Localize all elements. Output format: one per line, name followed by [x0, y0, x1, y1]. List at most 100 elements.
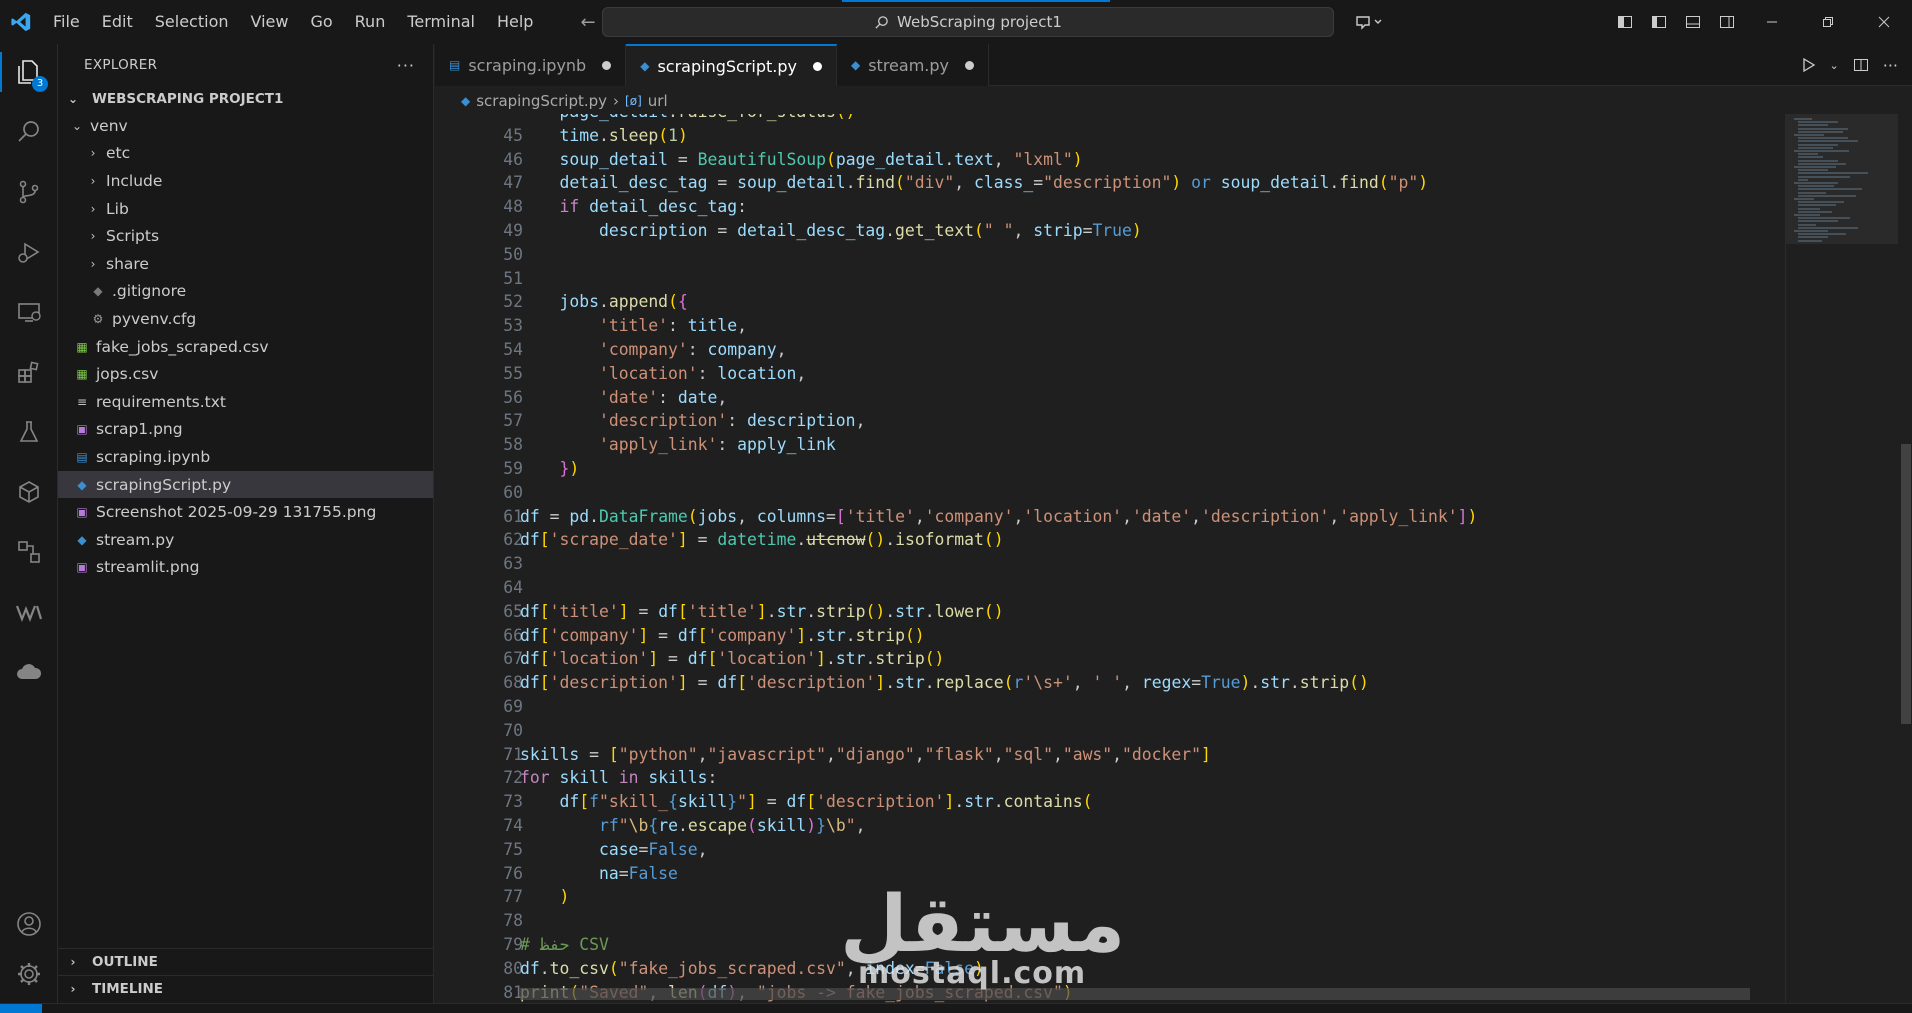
- unsaved-dot-icon[interactable]: [602, 60, 612, 70]
- folder-item[interactable]: › Include: [58, 167, 433, 195]
- customize-layout-icon[interactable]: [1608, 0, 1642, 44]
- code-line[interactable]: 55 'location': location,: [435, 362, 1785, 386]
- menu-edit[interactable]: Edit: [91, 0, 144, 44]
- code-line[interactable]: 62 df['scrape_date'] = datetime.utcnow().…: [435, 528, 1785, 552]
- menu-view[interactable]: View: [240, 0, 300, 44]
- outline-section[interactable]: › OUTLINE: [58, 948, 434, 975]
- menu-run[interactable]: Run: [344, 0, 397, 44]
- folder-item[interactable]: ⌄ venv: [58, 112, 433, 140]
- account-icon[interactable]: [0, 896, 58, 952]
- remote-explorer-icon[interactable]: [0, 284, 58, 340]
- file-item[interactable]: ▤ scraping.ipynb: [58, 443, 433, 471]
- breadcrumb-file[interactable]: scrapingScript.py: [476, 92, 607, 110]
- folder-item[interactable]: › share: [58, 250, 433, 278]
- toggle-primary-sidebar-icon[interactable]: [1642, 0, 1676, 44]
- code-line[interactable]: 60: [435, 481, 1785, 505]
- close-window-icon[interactable]: [1856, 0, 1912, 44]
- code-line[interactable]: page_detail.raise_for_status(): [435, 114, 1785, 124]
- code-editor[interactable]: page_detail.raise_for_status()45 time.sl…: [435, 114, 1785, 1003]
- code-line[interactable]: 66 df['company'] = df['company'].str.stri…: [435, 624, 1785, 648]
- code-line[interactable]: 64: [435, 576, 1785, 600]
- timeline-section[interactable]: › TIMELINE: [58, 975, 434, 1002]
- manage-gear-icon[interactable]: [0, 946, 58, 1002]
- toggle-panel-icon[interactable]: [1676, 0, 1710, 44]
- horizontal-scrollbar[interactable]: [520, 988, 1750, 1000]
- file-item[interactable]: ▦ fake_jobs_scraped.csv: [58, 333, 433, 361]
- code-line[interactable]: 61 df = pd.DataFrame(jobs, columns=['titl…: [435, 505, 1785, 529]
- code-line[interactable]: 48 if detail_desc_tag:: [435, 195, 1785, 219]
- code-line[interactable]: 70: [435, 719, 1785, 743]
- toggle-secondary-sidebar-icon[interactable]: [1710, 0, 1744, 44]
- file-item[interactable]: ▦ jops.csv: [58, 360, 433, 388]
- menu-go[interactable]: Go: [299, 0, 343, 44]
- run-debug-icon[interactable]: [0, 224, 58, 280]
- wakatime-icon[interactable]: [0, 584, 58, 640]
- file-item[interactable]: ◆ .gitignore: [58, 278, 433, 306]
- code-line[interactable]: 63: [435, 552, 1785, 576]
- split-editor-icon[interactable]: [1853, 57, 1869, 73]
- chevron-down-icon[interactable]: ⌄: [1830, 59, 1839, 72]
- tab-stream-py[interactable]: ◆ stream.py: [836, 44, 989, 86]
- back-arrow-icon[interactable]: ←: [580, 12, 595, 33]
- file-item[interactable]: ≡ requirements.txt: [58, 388, 433, 416]
- tab-scraping-ipynb[interactable]: ▤ scraping.ipynb: [435, 44, 627, 86]
- scrollbar-thumb[interactable]: [1901, 444, 1911, 724]
- code-line[interactable]: 59 }): [435, 457, 1785, 481]
- search-icon[interactable]: [0, 104, 58, 160]
- code-line[interactable]: 74 rf"\b{re.escape(skill)}\b",: [435, 814, 1785, 838]
- more-actions-icon[interactable]: ···: [1883, 56, 1898, 75]
- gitlens-icon[interactable]: [0, 524, 58, 580]
- file-item[interactable]: ◆ stream.py: [58, 526, 433, 554]
- code-line[interactable]: 57 'description': description,: [435, 409, 1785, 433]
- breadcrumb-symbol[interactable]: url: [648, 92, 668, 110]
- code-line[interactable]: 46 soup_detail = BeautifulSoup(page_deta…: [435, 148, 1785, 172]
- copilot-button[interactable]: [1350, 10, 1390, 34]
- file-item[interactable]: ▣ streamlit.png: [58, 554, 433, 582]
- code-line[interactable]: 65 df['title'] = df['title'].str.strip().…: [435, 600, 1785, 624]
- menu-terminal[interactable]: Terminal: [396, 0, 486, 44]
- containers-icon[interactable]: [0, 464, 58, 520]
- code-line[interactable]: 72 for skill in skills:: [435, 766, 1785, 790]
- testing-icon[interactable]: [0, 404, 58, 460]
- code-line[interactable]: 75 case=False,: [435, 838, 1785, 862]
- code-line[interactable]: 51: [435, 267, 1785, 291]
- code-line[interactable]: 49 description = detail_desc_tag.get_tex…: [435, 219, 1785, 243]
- menu-file[interactable]: File: [42, 0, 91, 44]
- minimap[interactable]: [1785, 114, 1898, 1003]
- file-item[interactable]: ⚙ pyvenv.cfg: [58, 305, 433, 333]
- menu-help[interactable]: Help: [486, 0, 544, 44]
- code-line[interactable]: 58 'apply_link': apply_link: [435, 433, 1785, 457]
- project-root[interactable]: ⌄ WEBSCRAPING PROJECT1: [58, 86, 433, 112]
- code-line[interactable]: 50: [435, 243, 1785, 267]
- cloud-icon[interactable]: [0, 644, 58, 700]
- folder-item[interactable]: › Lib: [58, 195, 433, 223]
- code-line[interactable]: 45 time.sleep(1): [435, 124, 1785, 148]
- menu-selection[interactable]: Selection: [144, 0, 240, 44]
- unsaved-dot-icon[interactable]: [812, 61, 822, 71]
- minimize-icon[interactable]: [1744, 0, 1800, 44]
- command-center[interactable]: WebScraping project1: [602, 7, 1334, 37]
- source-control-icon[interactable]: [0, 164, 58, 220]
- tab-scrapingscript-py[interactable]: ◆ scrapingScript.py: [626, 44, 837, 86]
- file-item[interactable]: ▣ Screenshot 2025-09-29 131755.png: [58, 498, 433, 526]
- code-line[interactable]: 54 'company': company,: [435, 338, 1785, 362]
- code-line[interactable]: 73 df[f"skill_{skill}"] = df['descriptio…: [435, 790, 1785, 814]
- remote-indicator[interactable]: [0, 1004, 42, 1013]
- folder-item[interactable]: › etc: [58, 140, 433, 168]
- code-line[interactable]: 52 jobs.append({: [435, 290, 1785, 314]
- unsaved-dot-icon[interactable]: [965, 60, 974, 70]
- folder-item[interactable]: › Scripts: [58, 222, 433, 250]
- extensions-icon[interactable]: [0, 344, 58, 400]
- code-line[interactable]: 47 detail_desc_tag = soup_detail.find("d…: [435, 171, 1785, 195]
- run-python-file-icon[interactable]: [1800, 57, 1816, 73]
- vertical-scrollbar[interactable]: [1900, 114, 1912, 1003]
- more-actions-icon[interactable]: ···: [397, 56, 415, 75]
- code-line[interactable]: 56 'date': date,: [435, 386, 1785, 410]
- code-line[interactable]: 67 df['location'] = df['location'].str.st…: [435, 647, 1785, 671]
- file-item[interactable]: ▣ scrap1.png: [58, 416, 433, 444]
- code-line[interactable]: 68 df['description'] = df['description'].…: [435, 671, 1785, 695]
- explorer-icon[interactable]: 3: [0, 44, 58, 100]
- code-line[interactable]: 69: [435, 695, 1785, 719]
- file-item[interactable]: ◆ scrapingScript.py: [58, 470, 433, 499]
- code-line[interactable]: 71 skills = ["python","javascript","djang…: [435, 743, 1785, 767]
